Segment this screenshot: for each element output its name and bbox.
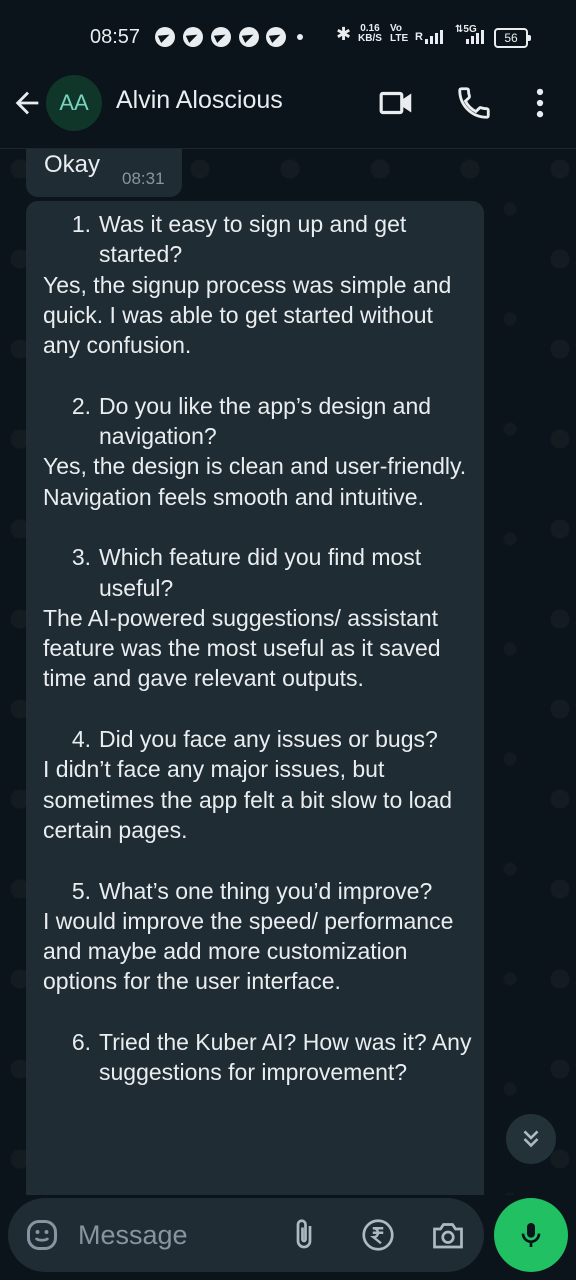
question-item: 5. What’s one thing you’d improve? bbox=[43, 876, 473, 906]
answer-text: Yes, the signup process was simple and q… bbox=[43, 271, 452, 359]
telegram-icon bbox=[266, 27, 286, 47]
question-number: 2. bbox=[71, 392, 91, 419]
telegram-icon bbox=[183, 27, 203, 47]
network-speed: 0.16 KB/S bbox=[358, 24, 382, 44]
mic-icon bbox=[521, 1223, 541, 1247]
more-notifications-icon bbox=[297, 34, 303, 40]
message-input[interactable]: Message bbox=[78, 1220, 188, 1251]
answer-text: Yes, the design is clean and user-friend… bbox=[43, 453, 467, 510]
question-text: Was it easy to sign up and get started? bbox=[99, 211, 407, 268]
question-item: 6. Tried the Kuber AI? How was it? Any su… bbox=[43, 1027, 473, 1088]
question-item: 1. Was it easy to sign up and get started… bbox=[43, 209, 473, 270]
avatar[interactable]: AA bbox=[46, 75, 102, 131]
message-composer[interactable]: Message bbox=[8, 1198, 484, 1272]
chat-area[interactable]: Okay 08:31 1. Was it easy to sign up and … bbox=[0, 149, 576, 1195]
scroll-down-icon bbox=[523, 1130, 539, 1148]
video-call-icon[interactable] bbox=[378, 84, 416, 122]
telegram-icon bbox=[211, 27, 231, 47]
question-text: Tried the Kuber AI? How was it? Any sugg… bbox=[99, 1029, 472, 1086]
message-time: 08:31 bbox=[122, 169, 165, 188]
camera-icon[interactable] bbox=[430, 1217, 466, 1253]
answer-text: I didn’t face any major issues, but some… bbox=[43, 756, 453, 843]
scroll-down-button[interactable] bbox=[506, 1114, 556, 1164]
answer-text: I would improve the speed/ performance a… bbox=[43, 907, 454, 995]
signal-strength-icon bbox=[466, 28, 484, 44]
volte-indicator: Vo LTE bbox=[390, 24, 408, 44]
question-item: 3. Which feature did you find most useful… bbox=[43, 542, 473, 603]
question-text: Which feature did you find most useful? bbox=[99, 544, 422, 601]
message-bubble[interactable]: Okay 08:31 bbox=[26, 149, 182, 197]
network-speed-unit: KB/S bbox=[358, 33, 382, 44]
message-text: 1. Was it easy to sign up and get started… bbox=[43, 209, 473, 1088]
question-text: Do you like the app’s design and navigat… bbox=[99, 392, 432, 450]
question-number: 1. bbox=[71, 211, 91, 237]
telegram-icon bbox=[239, 27, 259, 47]
signal-strength-icon bbox=[425, 28, 443, 44]
emoji-icon[interactable] bbox=[24, 1217, 60, 1253]
question-number: 3. bbox=[71, 544, 91, 571]
question-number: 4. bbox=[71, 726, 91, 753]
mic-button[interactable] bbox=[494, 1198, 568, 1272]
answer-text: The AI-powered suggestions/ assistant fe… bbox=[43, 604, 441, 692]
telegram-icon bbox=[155, 27, 175, 47]
volte-bottom: LTE bbox=[390, 33, 409, 44]
bluetooth-icon: ✱ bbox=[336, 24, 352, 44]
question-number: 5. bbox=[71, 877, 91, 904]
roaming-indicator: R bbox=[415, 31, 423, 43]
question-text: What’s one thing you’d improve? bbox=[99, 877, 433, 904]
more-options-icon[interactable] bbox=[521, 84, 559, 122]
attachment-icon[interactable] bbox=[286, 1217, 322, 1253]
battery-indicator: 56 bbox=[494, 28, 531, 48]
question-item: 2. Do you like the app’s design and navig… bbox=[43, 391, 473, 452]
message-bubble[interactable]: 1. Was it easy to sign up and get started… bbox=[26, 201, 484, 1195]
status-time: 08:57 bbox=[90, 26, 141, 48]
status-bar: 08:57 ✱ 0.16 KB/S Vo LTE R ⇅5G 56 bbox=[0, 0, 576, 72]
question-item: 4. Did you face any issues or bugs? bbox=[43, 724, 473, 754]
rupee-payment-icon[interactable] bbox=[360, 1217, 396, 1253]
message-text: Okay bbox=[44, 151, 101, 178]
chat-header: AA Alvin Aloscious bbox=[0, 72, 576, 149]
back-arrow-icon[interactable] bbox=[10, 86, 44, 120]
voice-call-icon[interactable] bbox=[455, 84, 493, 122]
question-text: Did you face any issues or bugs? bbox=[99, 726, 438, 753]
question-number: 6. bbox=[71, 1029, 91, 1056]
contact-name[interactable]: Alvin Aloscious bbox=[116, 86, 283, 115]
